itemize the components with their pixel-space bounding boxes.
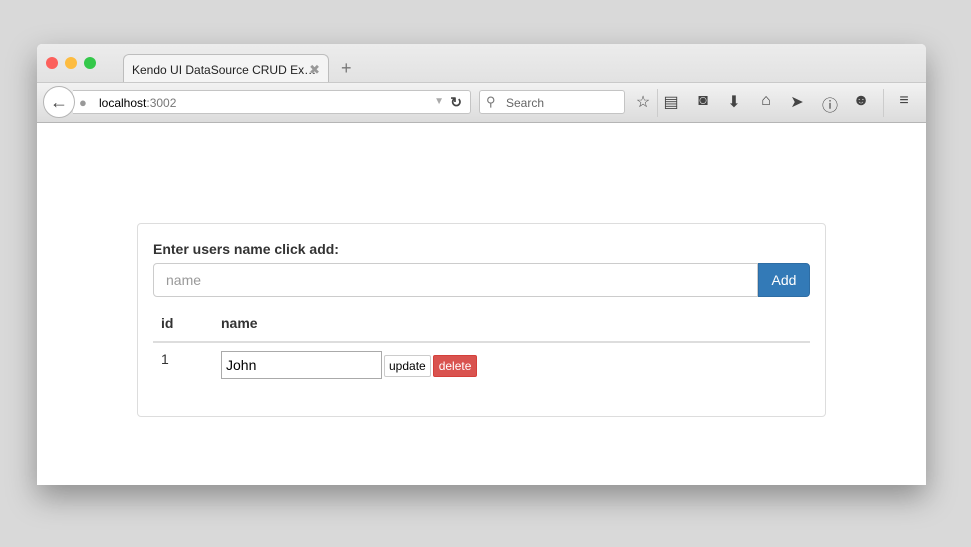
update-button[interactable]: update (384, 355, 431, 377)
send-icon[interactable]: ➤ (787, 92, 807, 112)
search-placeholder: Search (506, 96, 545, 110)
title-bar: Kendo UI DataSource CRUD Ex… ✖ + (37, 44, 926, 83)
minimize-window-button[interactable] (65, 57, 77, 69)
user-panel: Enter users name click add: Add idname 1… (137, 223, 826, 417)
browser-window: Kendo UI DataSource CRUD Ex… ✖ + ● localh… (37, 44, 926, 485)
header-id: id (153, 305, 213, 343)
reading-list-icon[interactable]: ▤ (661, 92, 681, 112)
url-port: :3002 (146, 96, 177, 110)
row-name-input[interactable] (221, 351, 382, 379)
add-button[interactable]: Add (758, 263, 810, 297)
new-tab-button[interactable]: + (341, 58, 352, 79)
info-icon[interactable]: ⓘ (820, 92, 840, 116)
nav-toolbar: ● localhost:3002 ▼ ↻ ← ⚲ Search ☆ ▤ ◙ ⬇ ⌂… (37, 82, 926, 123)
download-icon[interactable]: ⬇ (724, 92, 744, 112)
hello-chat-icon[interactable]: ☻ (851, 92, 871, 110)
home-icon[interactable]: ⌂ (756, 92, 776, 110)
close-tab-icon[interactable]: ✖ (309, 62, 320, 78)
search-icon: ⚲ (486, 94, 496, 109)
form-label: Enter users name click add: (153, 241, 339, 257)
address-bar[interactable]: ● localhost:3002 ▼ ↻ (73, 90, 471, 114)
browser-tab[interactable]: Kendo UI DataSource CRUD Ex… ✖ (123, 54, 329, 83)
delete-button[interactable]: delete (432, 355, 478, 377)
row-id: 1 (161, 351, 169, 367)
maximize-window-button[interactable] (84, 57, 96, 69)
users-table: idname 1 updatedelete (153, 305, 810, 387)
header-name: name (213, 305, 810, 343)
bookmark-star-icon[interactable]: ☆ (633, 92, 653, 112)
menu-icon[interactable]: ≡ (894, 92, 914, 110)
name-input[interactable] (153, 263, 758, 297)
globe-icon: ● (79, 95, 87, 110)
pocket-icon[interactable]: ◙ (693, 92, 713, 110)
url-host: localhost (99, 96, 147, 110)
reload-icon[interactable]: ↻ (450, 94, 462, 111)
back-button[interactable]: ← (43, 86, 75, 118)
add-user-group: Add (153, 263, 810, 297)
dropdown-icon[interactable]: ▼ (434, 96, 444, 107)
tab-title: Kendo UI DataSource CRUD Ex… (132, 63, 317, 77)
close-window-button[interactable] (46, 57, 58, 69)
table-row: 1 updatedelete (153, 342, 810, 387)
search-input[interactable]: ⚲ Search (479, 90, 625, 114)
